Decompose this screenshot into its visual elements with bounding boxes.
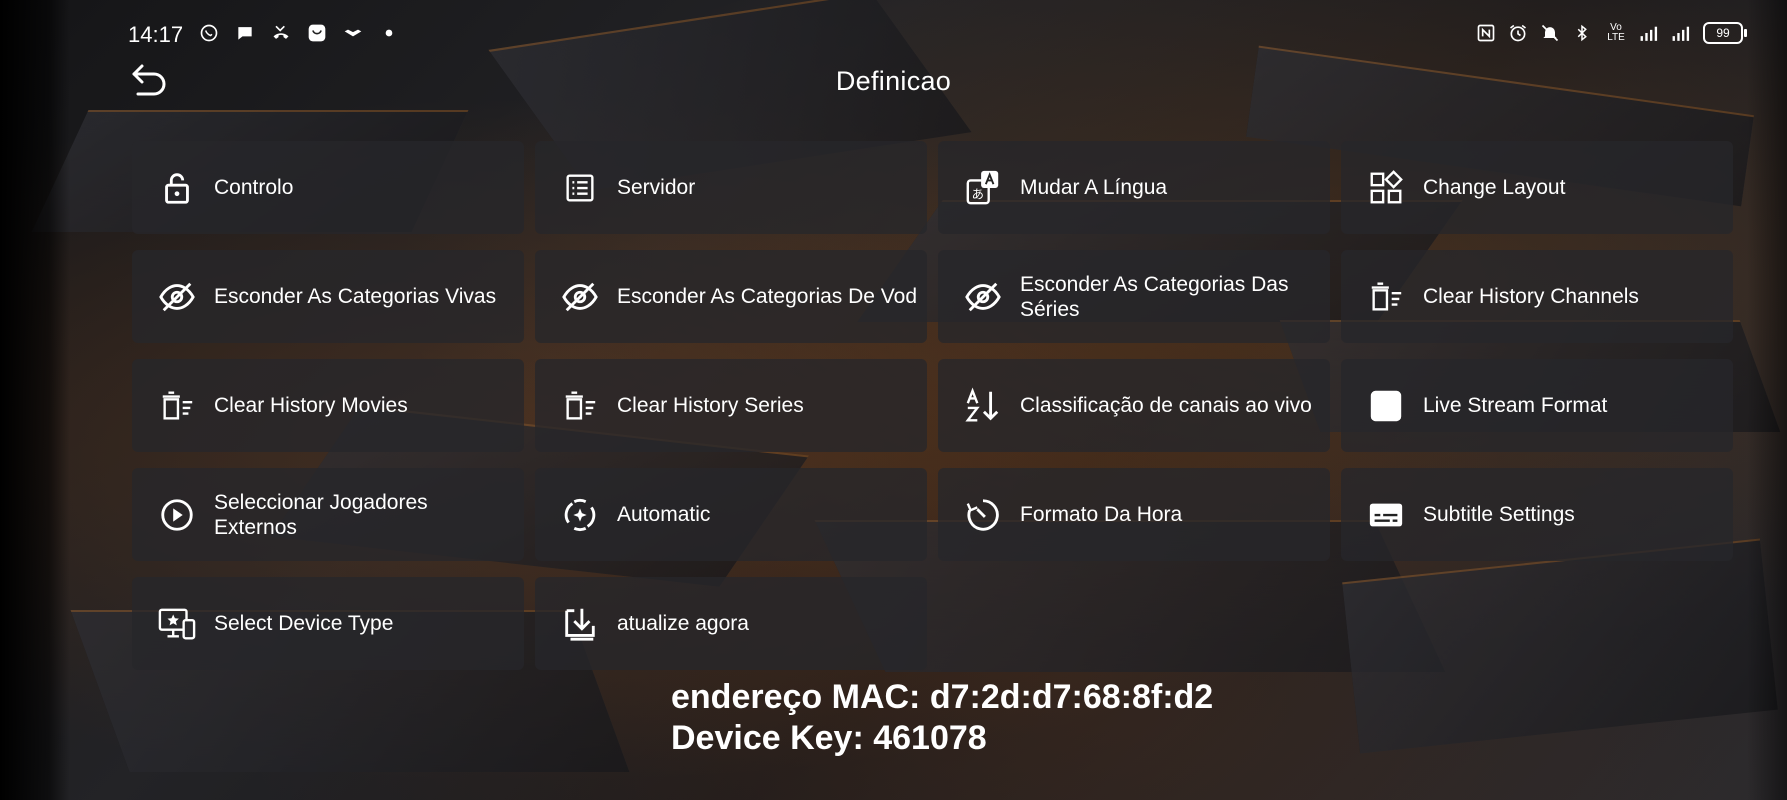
tile-label: Automatic bbox=[617, 503, 711, 526]
tile-label: Esconder As Categorias De Vod bbox=[617, 285, 918, 308]
tile-clear-history-series[interactable]: Clear History Series bbox=[535, 359, 927, 452]
tile-label: Change Layout bbox=[1423, 176, 1566, 199]
alarm-icon bbox=[1507, 22, 1529, 44]
delete-sweep-icon bbox=[1365, 276, 1407, 318]
tile-label: Seleccionar Jogadores Externos bbox=[214, 490, 428, 539]
device-icon bbox=[156, 603, 198, 645]
dot-icon bbox=[378, 22, 400, 44]
eye-off-icon bbox=[962, 276, 1004, 318]
signal-4g-icon bbox=[1639, 22, 1661, 44]
tile-automatic[interactable]: Automatic bbox=[535, 468, 927, 561]
tile-jogadores-externos[interactable]: Seleccionar Jogadores Externos bbox=[132, 468, 524, 561]
tile-mudar-lingua[interactable]: あ Mudar A Língua bbox=[938, 141, 1330, 234]
svg-text:あ: あ bbox=[972, 187, 984, 201]
tile-label: Classificação de canais ao vivo bbox=[1020, 394, 1312, 417]
tile-label: Select Device Type bbox=[214, 612, 394, 635]
page-title: Definicao bbox=[835, 66, 952, 96]
tile-change-layout[interactable]: Change Layout bbox=[1341, 141, 1733, 234]
nfc-icon bbox=[1475, 22, 1497, 44]
tile-label: Formato Da Hora bbox=[1020, 503, 1183, 526]
translate-icon: あ bbox=[962, 167, 1004, 209]
tile-label: atualize agora bbox=[617, 612, 749, 635]
volte-icon: Vo LTE bbox=[1607, 22, 1625, 43]
tile-select-device-type[interactable]: Select Device Type bbox=[132, 577, 524, 670]
settings-grid: Controlo Servidor あ Mudar A Língua Chang… bbox=[132, 141, 1733, 670]
tile-label: Live Stream Format bbox=[1423, 394, 1608, 417]
tile-live-stream-format[interactable]: Live Stream Format bbox=[1341, 359, 1733, 452]
eye-off-icon bbox=[559, 276, 601, 318]
list-icon bbox=[559, 167, 601, 209]
delete-sweep-icon bbox=[156, 385, 198, 427]
tile-servidor[interactable]: Servidor bbox=[535, 141, 927, 234]
tile-esconder-series[interactable]: Esconder As Categorias Das Séries bbox=[938, 250, 1330, 343]
tile-label: Esconder As Categorias Das Séries bbox=[1020, 272, 1289, 321]
whatsapp-icon bbox=[198, 22, 220, 44]
battery-indicator: 99 bbox=[1703, 22, 1747, 44]
tile-label: Mudar A Língua bbox=[1020, 176, 1168, 199]
tile-label: Servidor bbox=[617, 176, 696, 199]
device-key: Device Key: 461078 bbox=[671, 719, 987, 757]
auto-icon bbox=[559, 494, 601, 536]
status-bar: 14:17 Vo LTE 99 bbox=[0, 0, 1787, 70]
missed-call-icon bbox=[270, 22, 292, 44]
tile-esconder-vod[interactable]: Esconder As Categorias De Vod bbox=[535, 250, 927, 343]
tile-classificacao-canais[interactable]: Classificação de canais ao vivo bbox=[938, 359, 1330, 452]
tile-clear-history-channels[interactable]: Clear History Channels bbox=[1341, 250, 1733, 343]
tile-label: Clear History Series bbox=[617, 394, 804, 417]
tile-esconder-vivas[interactable]: Esconder As Categorias Vivas bbox=[132, 250, 524, 343]
clock-icon bbox=[962, 494, 1004, 536]
tile-controlo[interactable]: Controlo bbox=[132, 141, 524, 234]
app-icon bbox=[306, 22, 328, 44]
subtitles-icon bbox=[1365, 494, 1407, 536]
system-icons: Vo LTE 99 bbox=[1475, 22, 1747, 44]
tile-label: Subtitle Settings bbox=[1423, 503, 1575, 526]
lock-icon bbox=[156, 167, 198, 209]
play-circle-icon bbox=[156, 494, 198, 536]
square-icon bbox=[1365, 385, 1407, 427]
delete-sweep-icon bbox=[559, 385, 601, 427]
tile-formato-hora[interactable]: Formato Da Hora bbox=[938, 468, 1330, 561]
tile-label: Clear History Movies bbox=[214, 394, 408, 417]
eye-off-icon bbox=[156, 276, 198, 318]
layout-icon bbox=[1365, 167, 1407, 209]
bluetooth-icon bbox=[1571, 22, 1593, 44]
tile-label: Controlo bbox=[214, 176, 294, 199]
tile-label: Clear History Channels bbox=[1423, 285, 1639, 308]
status-time: 14:17 bbox=[128, 22, 184, 47]
tile-atualize-agora[interactable]: atualize agora bbox=[535, 577, 927, 670]
signal-icon bbox=[1671, 22, 1693, 44]
tile-subtitle-settings[interactable]: Subtitle Settings bbox=[1341, 468, 1733, 561]
mac-address: endereço MAC: d7:2d:d7:68:8f:d2 bbox=[671, 678, 1214, 716]
bird-icon bbox=[342, 22, 364, 44]
sort-az-icon bbox=[962, 385, 1004, 427]
tile-clear-history-movies[interactable]: Clear History Movies bbox=[132, 359, 524, 452]
mute-icon bbox=[1539, 22, 1561, 44]
notification-icons bbox=[198, 22, 400, 44]
download-icon bbox=[559, 603, 601, 645]
device-info: endereço MAC: d7:2d:d7:68:8f:d2 Device K… bbox=[671, 677, 1213, 759]
tile-label: Esconder As Categorias Vivas bbox=[214, 285, 497, 308]
chat-icon bbox=[234, 22, 256, 44]
